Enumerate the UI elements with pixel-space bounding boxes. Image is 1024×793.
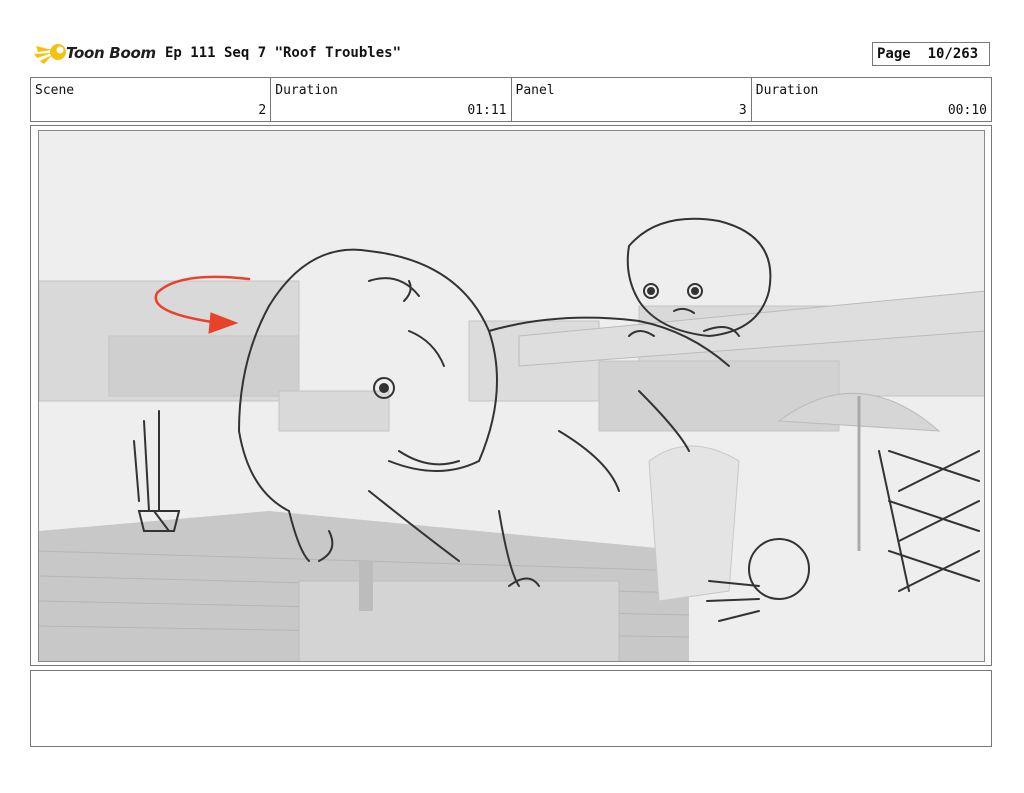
scene-cell: Scene 2 xyxy=(31,78,272,121)
page-indicator: Page 10/263 xyxy=(872,42,990,66)
panel-info-row: Scene 2 Duration 01:11 Panel 3 Duration … xyxy=(30,77,992,122)
scene-duration-label: Duration xyxy=(275,83,338,98)
panel-cell: Panel 3 xyxy=(512,78,752,121)
panel-label: Panel xyxy=(515,83,555,98)
panel-notes xyxy=(30,670,992,747)
panel-duration-label: Duration xyxy=(755,83,819,98)
page-value: 10/263 xyxy=(927,46,979,62)
panel-value: 3 xyxy=(738,103,747,118)
panel-duration-cell: Duration 00:10 xyxy=(752,78,991,121)
scene-duration-cell: Duration 01:11 xyxy=(271,78,512,121)
scene-label: Scene xyxy=(35,83,75,98)
panel-duration-value: 00:10 xyxy=(947,103,987,118)
storyboard-title: Ep 111 Seq 7 "Roof Troubles" xyxy=(165,45,402,61)
page-label: Page xyxy=(877,46,911,62)
storyboard-panel-image xyxy=(38,130,985,662)
scene-value: 2 xyxy=(258,103,267,118)
panel-sketch xyxy=(39,217,984,661)
logo-text: Toon Boom xyxy=(66,44,156,62)
scene-duration-value: 01:11 xyxy=(467,103,507,118)
